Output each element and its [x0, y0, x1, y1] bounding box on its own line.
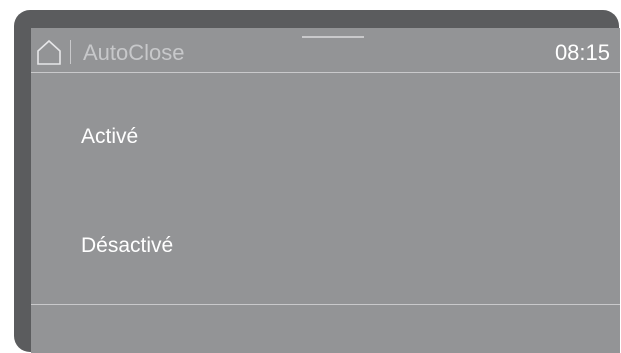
screen-title: AutoClose [83, 40, 185, 65]
pull-down-handle[interactable] [302, 36, 364, 38]
device-bezel: AutoClose 08:15 Activé Désactivé [14, 10, 620, 353]
home-button[interactable] [35, 38, 63, 66]
header-separator [70, 40, 71, 64]
clock: 08:15 [554, 40, 610, 65]
option-inactive[interactable]: Désactivé [81, 224, 561, 268]
option-active[interactable]: Activé [81, 115, 561, 159]
header-bar: AutoClose 08:15 [31, 28, 620, 73]
display-screen: AutoClose 08:15 Activé Désactivé [31, 28, 620, 353]
footer-divider [31, 304, 620, 305]
home-icon [37, 39, 61, 65]
